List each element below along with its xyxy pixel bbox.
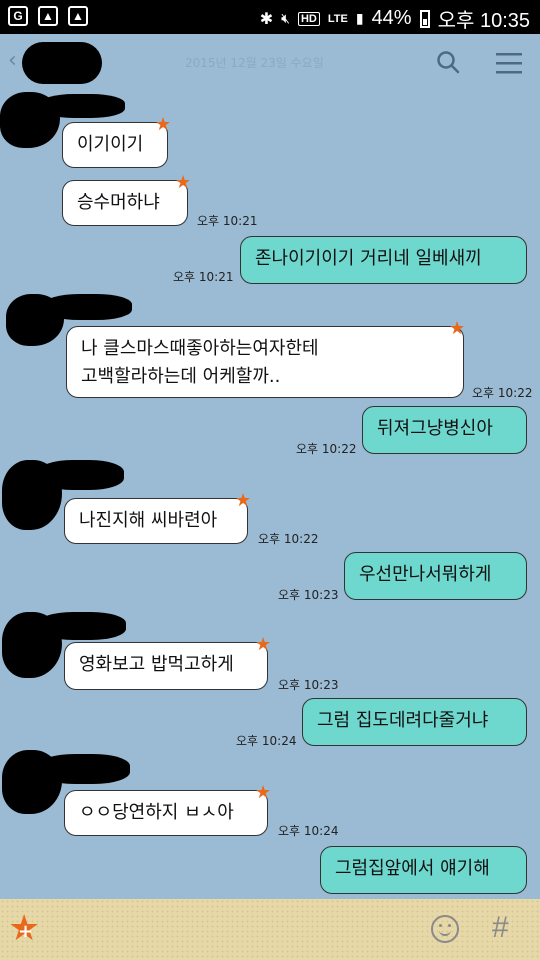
avatar[interactable]	[0, 92, 125, 148]
star-sticker-icon: ★	[175, 172, 192, 193]
message-bubble-incoming[interactable]: ㅇㅇ당연하지 ㅂㅅ아	[64, 790, 268, 836]
star-sticker-icon: ★	[255, 634, 272, 655]
hd-badge: HD	[297, 11, 320, 26]
hash-icon[interactable]: #	[492, 911, 509, 945]
star-sticker-icon: ★	[255, 782, 272, 803]
message-bubble-outgoing[interactable]: 그럼집앞에서 얘기해	[320, 846, 527, 894]
message-time: 오후 10:24	[236, 734, 297, 748]
avatar[interactable]	[6, 294, 132, 346]
app-g-icon: G	[8, 6, 28, 26]
gallery-icon: ▲	[38, 6, 58, 26]
chevron-left-icon[interactable]: ‹	[8, 48, 17, 73]
bluetooth-icon: ✱	[259, 10, 274, 28]
battery-percent: 44%	[371, 7, 412, 29]
avatar[interactable]	[2, 612, 126, 678]
battery-icon	[419, 9, 430, 28]
message-bubble-outgoing[interactable]: 존나이기이기 거리네 일베새끼	[240, 236, 527, 284]
star-sticker-icon: ★	[155, 114, 172, 135]
status-bar: G ▲ ▲ ✱ 🔇︎ HD LTE ▮ 44% 오후 10:35	[0, 0, 540, 34]
message-time: 오후 10:21	[197, 214, 258, 228]
image-icon: ▲	[68, 6, 88, 26]
message-time: 오후 10:22	[472, 386, 533, 400]
message-bubble-incoming[interactable]: 나 클스마스때좋아하는여자한테 고백할라하는데 어케할까..	[66, 326, 464, 398]
message-bubble-incoming[interactable]: 승수머하냐	[62, 180, 188, 226]
message-time: 오후 10:21	[173, 270, 234, 284]
message-time: 오후 10:23	[278, 678, 339, 692]
message-time: 오후 10:22	[258, 532, 319, 546]
message-time: 오후 10:24	[278, 824, 339, 838]
chat-title-redacted	[22, 42, 102, 84]
avatar[interactable]	[2, 460, 124, 530]
chat-date: 2015년 12월 23일 수요일	[185, 56, 324, 70]
message-time: 오후 10:22	[296, 442, 357, 456]
status-left-icons: G ▲ ▲	[8, 6, 88, 26]
status-right-icons: ✱ 🔇︎ HD LTE ▮ 44% 오후 10:35	[260, 4, 530, 33]
star-sticker-icon: ★	[235, 490, 252, 511]
hamburger-menu-icon[interactable]	[496, 52, 522, 74]
message-bubble-incoming[interactable]: 나진지해 씨바련아	[64, 498, 248, 544]
signal-icon: ▮	[355, 10, 364, 26]
message-bubble-outgoing[interactable]: 우선만나서뭐하게	[344, 552, 527, 600]
lte-badge: LTE	[327, 12, 348, 25]
message-bubble-incoming[interactable]: 이기이기	[62, 122, 168, 168]
message-bubble-incoming[interactable]: 영화보고 밥먹고하게	[64, 642, 268, 690]
mute-icon: 🔇︎	[281, 10, 290, 26]
add-plus-icon: +	[18, 921, 34, 942]
star-sticker-icon: ★	[449, 318, 466, 339]
status-time: 오후 10:35	[437, 10, 530, 32]
chat-header: ‹ 2015년 12월 23일 수요일	[0, 34, 540, 90]
avatar[interactable]	[2, 750, 130, 814]
message-time: 오후 10:23	[278, 588, 339, 602]
message-bubble-outgoing[interactable]: 뒤져그냥병신아	[362, 406, 527, 454]
smile-icon[interactable]	[431, 915, 459, 943]
message-bubble-outgoing[interactable]: 그럼 집도데려다줄거냐	[302, 698, 527, 746]
search-icon[interactable]	[436, 50, 460, 74]
message-input-bar: ★ + #	[0, 899, 540, 960]
